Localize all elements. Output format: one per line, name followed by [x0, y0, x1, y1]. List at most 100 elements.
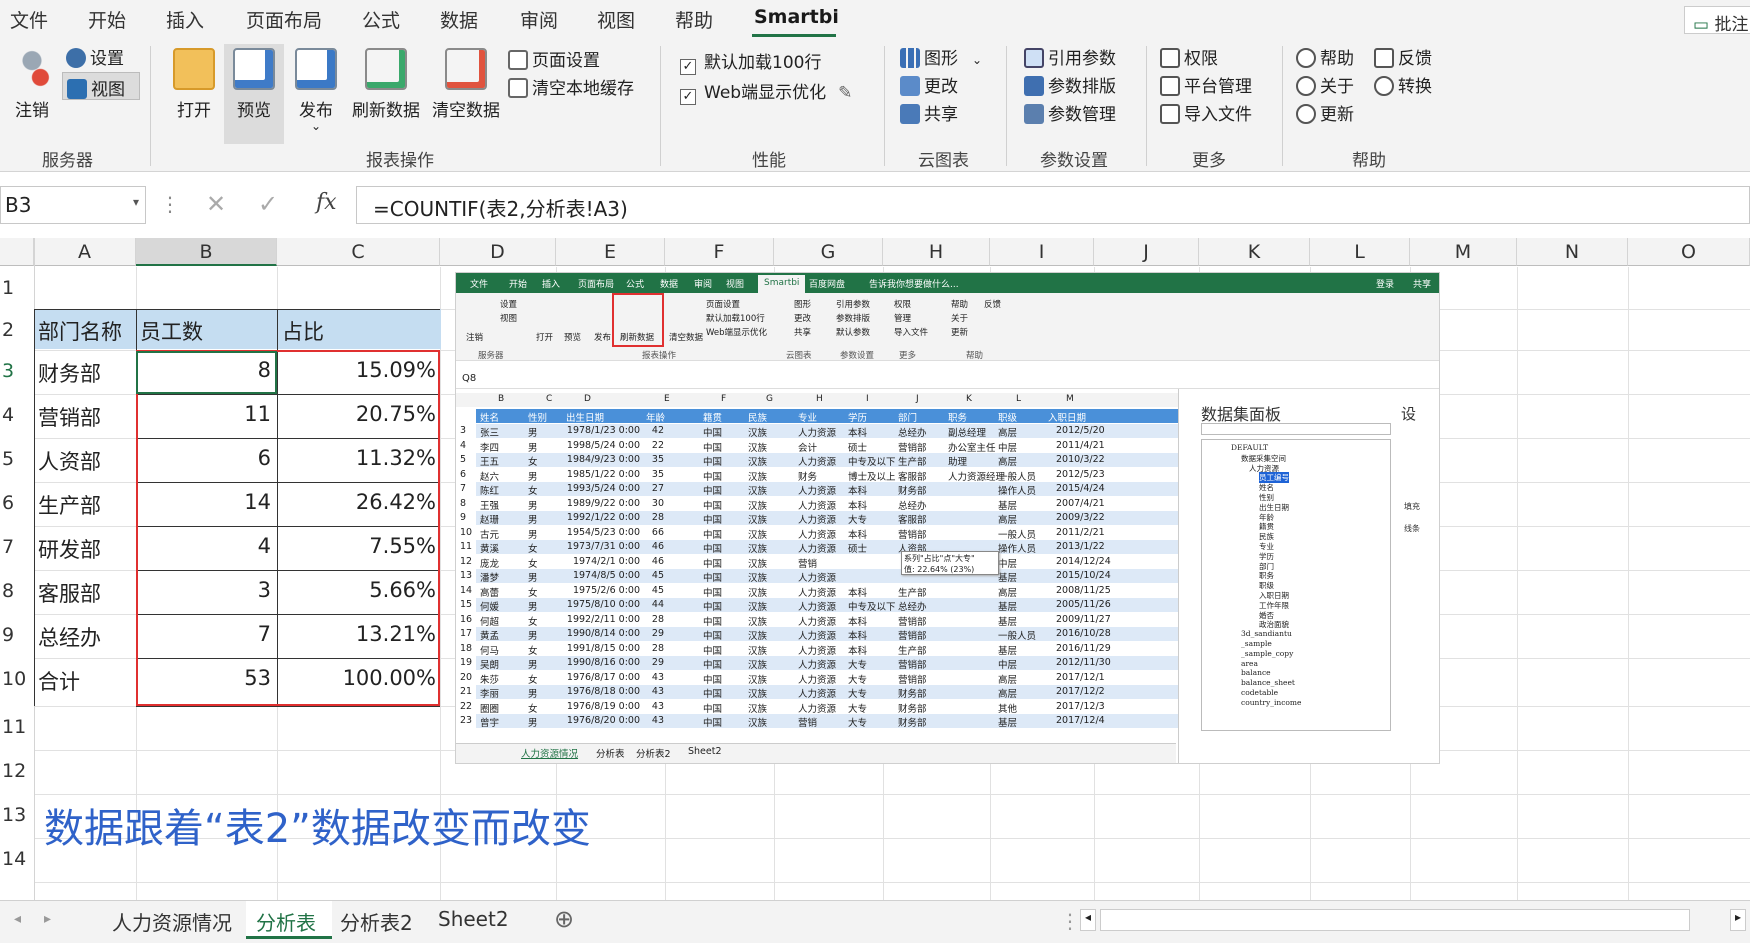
emb-table-cell[interactable]: 陈红	[480, 483, 499, 497]
row-header[interactable]: 11	[0, 716, 32, 738]
emb-table-cell[interactable]: 中国	[703, 498, 722, 512]
emb-sheet-tab[interactable]: 分析表2	[636, 746, 671, 760]
tab-view[interactable]: 视图	[597, 6, 635, 33]
emb-ribbon-item[interactable]: 关于	[951, 312, 968, 324]
emb-table-cell[interactable]: 27	[644, 483, 664, 494]
emb-row-number[interactable]: 13	[460, 570, 472, 581]
emb-table-cell[interactable]: 2012/11/30	[1056, 657, 1111, 668]
emb-table-cell[interactable]: 中国	[703, 715, 722, 729]
emb-table-cell[interactable]: 46	[644, 556, 664, 567]
emb-row-number[interactable]: 20	[460, 672, 472, 683]
emb-table-cell[interactable]: 女	[528, 614, 538, 628]
row-header[interactable]: 3	[0, 360, 32, 382]
publish-button[interactable]: 发布 ⌄	[290, 48, 342, 132]
row-header[interactable]: 14	[0, 848, 32, 870]
emb-table-cell[interactable]: 43	[644, 672, 664, 683]
open-button[interactable]: 打开	[168, 48, 220, 121]
emb-row-number[interactable]: 22	[460, 701, 472, 712]
emb-table-cell[interactable]: 营销部	[898, 614, 927, 628]
emb-table-cell[interactable]: 副总经理	[948, 425, 986, 439]
emb-row-number[interactable]: 19	[460, 657, 472, 668]
select-all-corner[interactable]	[0, 238, 34, 266]
import-file-button[interactable]: 导入文件	[1160, 100, 1252, 125]
emb-table-cell[interactable]: 高层	[998, 512, 1017, 526]
emb-table-cell[interactable]: 29	[644, 628, 664, 639]
emb-table-cell[interactable]: 本科	[848, 643, 867, 657]
emb-table-cell[interactable]: 2012/5/20	[1056, 425, 1105, 436]
emb-table-cell[interactable]: 曾宇	[480, 715, 499, 729]
row-header[interactable]: 6	[0, 492, 32, 514]
emb-table-cell[interactable]: 高层	[998, 454, 1017, 468]
emb-table-cell[interactable]: 汉族	[748, 512, 767, 526]
emb-row-number[interactable]: 6	[460, 469, 466, 480]
about-button[interactable]: 关于	[1296, 72, 1354, 97]
emb-table-cell[interactable]: 中国	[703, 701, 722, 715]
emb-column-header[interactable]: G	[766, 394, 773, 404]
emb-table-cell[interactable]: 2016/11/29	[1056, 643, 1111, 654]
row-header[interactable]: 1	[0, 277, 32, 299]
emb-table-cell[interactable]: 张三	[480, 425, 499, 439]
emb-table-cell[interactable]: 45	[644, 570, 664, 581]
emb-tree-node[interactable]: codetable	[1241, 688, 1278, 697]
emb-table-cell[interactable]: 2017/12/2	[1056, 686, 1105, 697]
emb-table-cell[interactable]: 2013/1/22	[1056, 541, 1105, 552]
emb-ribbon-item[interactable]: 设置	[500, 298, 517, 310]
tab-review[interactable]: 审阅	[520, 6, 558, 33]
reference-param-button[interactable]: 引用参数	[1024, 44, 1116, 69]
emb-table-cell[interactable]: 1990/8/16 0:00	[560, 657, 640, 668]
emb-table-cell[interactable]: 大专	[848, 701, 867, 715]
emb-tree-node[interactable]: area	[1241, 659, 1258, 668]
emb-menu-tab[interactable]: 页面布局	[578, 277, 614, 290]
emb-table-cell[interactable]: 汉族	[748, 454, 767, 468]
emb-table-cell[interactable]: 操作人员	[998, 483, 1036, 497]
row-header[interactable]: 12	[0, 760, 32, 782]
emb-table-cell[interactable]: 高层	[998, 672, 1017, 686]
emb-table-cell[interactable]: 财务部	[898, 483, 927, 497]
hscroll-left-button[interactable]: ◂	[1080, 909, 1096, 931]
emb-table-cell[interactable]: 一般人员	[998, 527, 1036, 541]
sheet-tab-analysis[interactable]: 分析表	[256, 907, 316, 936]
emb-row-number[interactable]: 4	[460, 440, 466, 451]
emb-table-cell[interactable]: 1975/2/6 0:00	[560, 585, 640, 596]
emb-table-cell[interactable]: 生产部	[898, 585, 927, 599]
column-header[interactable]: M	[1410, 238, 1517, 266]
emb-table-cell[interactable]: 中国	[703, 628, 722, 642]
emb-ribbon-item[interactable]: 反馈	[984, 298, 1001, 310]
add-sheet-icon[interactable]: ⊕	[554, 905, 574, 933]
emb-tree-node[interactable]: _sample_copy	[1241, 649, 1293, 658]
emb-table-cell[interactable]: 中国	[703, 585, 722, 599]
emb-table-cell[interactable]: 男	[528, 628, 538, 642]
emb-table-cell[interactable]: 人力资源	[798, 657, 836, 671]
enter-check-icon[interactable]: ✓	[258, 190, 278, 218]
emb-table-cell[interactable]: 中国	[703, 643, 722, 657]
insert-function-button[interactable]: fx	[316, 190, 337, 215]
emb-table-cell[interactable]: 中国	[703, 657, 722, 671]
emb-table-cell[interactable]: 基层	[998, 715, 1017, 729]
column-header[interactable]: C	[277, 238, 440, 266]
emb-table-cell[interactable]: 汉族	[748, 585, 767, 599]
settings-button[interactable]: 设置	[66, 44, 124, 69]
header-dept[interactable]: 部门名称	[38, 316, 122, 346]
emb-table-cell[interactable]: 高层	[998, 585, 1017, 599]
emb-ribbon-item[interactable]: 引用参数	[836, 298, 870, 310]
cell-dept[interactable]: 客服部	[38, 578, 101, 608]
emb-table-cell[interactable]: 汉族	[748, 628, 767, 642]
emb-table-cell[interactable]: 汉族	[748, 614, 767, 628]
emb-table-cell[interactable]: 1989/9/22 0:00	[560, 498, 640, 509]
emb-table-cell[interactable]: 汉族	[748, 599, 767, 613]
emb-ribbon-item[interactable]: 共享	[794, 326, 811, 338]
emb-table-cell[interactable]: 35	[644, 454, 664, 465]
emb-table-cell[interactable]: 1992/2/11 0:00	[560, 614, 640, 625]
emb-table-cell[interactable]: 男	[528, 469, 538, 483]
emb-table-cell[interactable]: 本科	[848, 585, 867, 599]
emb-table-cell[interactable]: 中国	[703, 541, 722, 555]
emb-table-cell[interactable]: 总经办	[898, 498, 927, 512]
emb-table-cell[interactable]: 汉族	[748, 570, 767, 584]
emb-table-cell[interactable]: 2010/3/22	[1056, 454, 1105, 465]
emb-table-cell[interactable]: 大专	[848, 512, 867, 526]
row-header[interactable]: 2	[0, 319, 32, 341]
emb-table-cell[interactable]: 潘梦	[480, 570, 499, 584]
emb-table-cell[interactable]: 2009/11/27	[1056, 614, 1111, 625]
param-manage-button[interactable]: 参数管理	[1024, 100, 1116, 125]
emb-table-cell[interactable]: 博士及以上	[848, 469, 896, 483]
